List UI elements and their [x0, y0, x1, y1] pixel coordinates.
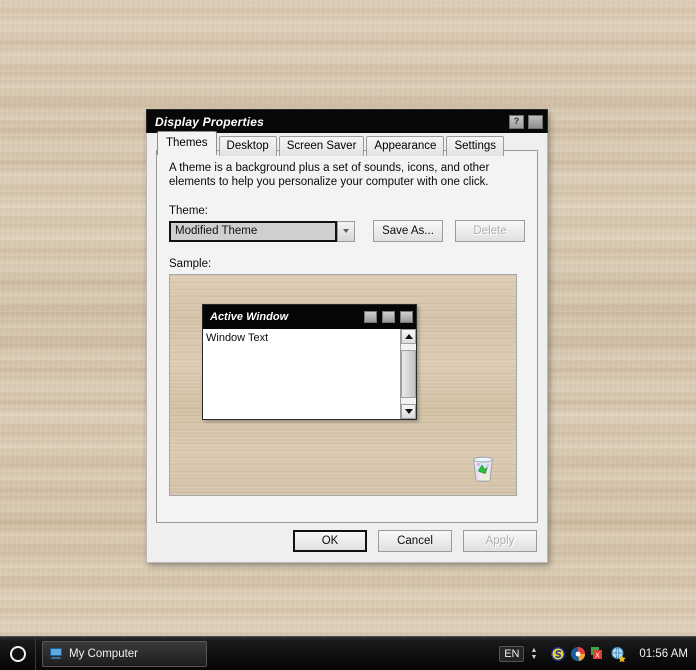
scrollbar-thumb — [401, 350, 416, 398]
chevron-down-icon[interactable] — [337, 220, 355, 242]
network-globe-icon[interactable] — [610, 646, 627, 662]
sample-active-window: Active Window Window Text — [202, 304, 417, 420]
my-computer-icon — [50, 648, 62, 659]
ok-button[interactable]: OK — [293, 530, 367, 552]
tab-desktop[interactable]: Desktop — [218, 136, 277, 156]
recycle-bin-icon — [473, 456, 493, 482]
theme-combobox[interactable]: Modified Theme — [169, 220, 355, 242]
cancel-button[interactable]: Cancel — [378, 530, 452, 552]
taskbar-clock[interactable]: 01:56 AM — [639, 648, 688, 660]
sample-scrollbar — [400, 329, 416, 419]
save-as-button[interactable]: Save As... — [373, 220, 443, 242]
sample-minimize-icon — [364, 311, 377, 323]
dialog-footer: OK Cancel Apply — [293, 530, 537, 552]
close-icon[interactable] — [528, 114, 543, 129]
themes-description: A theme is a background plus a set of so… — [169, 162, 490, 188]
chevron-icon[interactable]: ▲ ▼ — [530, 647, 537, 661]
svg-text:X: X — [596, 652, 601, 659]
system-tray: EN ▲ ▼ X 01:56 AM — [499, 637, 696, 670]
scroll-down-icon — [401, 404, 416, 419]
theme-combobox-value: Modified Theme — [175, 225, 258, 237]
sample-maximize-icon — [382, 311, 395, 323]
help-icon[interactable]: ? — [509, 114, 524, 129]
start-button[interactable] — [0, 637, 36, 670]
start-orb-icon — [9, 645, 26, 662]
tab-settings[interactable]: Settings — [446, 136, 505, 156]
sample-close-icon — [400, 311, 413, 323]
sample-label: Sample: — [169, 258, 212, 270]
display-properties-dialog: Display Properties ? Themes Desktop Scre… — [146, 109, 548, 563]
tab-appearance[interactable]: Appearance — [366, 136, 445, 156]
sample-window-title: Active Window — [210, 311, 289, 323]
sample-preview: Active Window Window Text — [169, 274, 517, 496]
delete-button: Delete — [455, 220, 525, 242]
apply-button: Apply — [463, 530, 537, 552]
taskbar-item-label: My Computer — [69, 647, 139, 660]
dialog-titlebar[interactable]: Display Properties ? — [146, 109, 548, 133]
sample-window-body: Window Text — [203, 329, 416, 419]
antivirus-icon[interactable]: X — [590, 646, 606, 662]
scroll-up-icon — [401, 329, 416, 344]
tab-screen-saver[interactable]: Screen Saver — [278, 136, 365, 156]
taskbar: My Computer EN ▲ ▼ X 01:56 AM — [0, 636, 696, 670]
skype-icon[interactable] — [550, 646, 566, 662]
dialog-title: Display Properties — [155, 114, 264, 129]
theme-row: Modified Theme Save As... Delete — [169, 220, 525, 242]
language-indicator[interactable]: EN — [499, 645, 525, 662]
tab-themes[interactable]: Themes — [157, 131, 217, 155]
scrollbar-track — [401, 344, 416, 404]
theme-label: Theme: — [169, 205, 208, 217]
media-player-icon[interactable] — [570, 646, 586, 662]
sample-window-titlebar: Active Window — [203, 305, 416, 329]
taskbar-item-my-computer[interactable]: My Computer — [42, 640, 207, 667]
themes-tab-panel: A theme is a background plus a set of so… — [156, 150, 538, 523]
tab-strip: Themes Desktop Screen Saver Appearance S… — [147, 131, 547, 156]
tray-icon-group: X — [550, 646, 627, 662]
sample-window-text: Window Text — [203, 329, 400, 419]
